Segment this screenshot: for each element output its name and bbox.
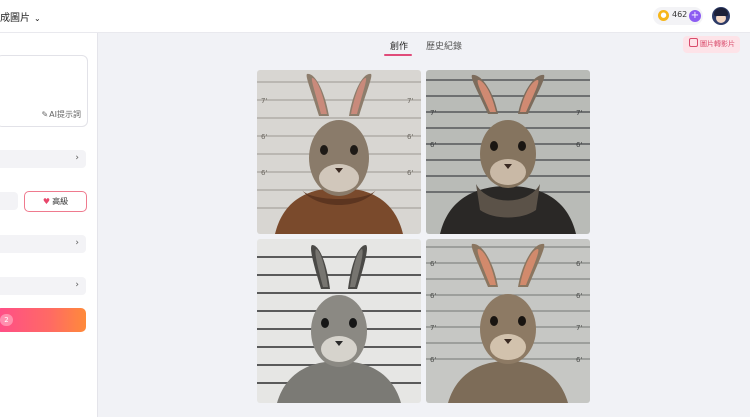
mode-selector[interactable]: 成圖片 ⌄	[0, 9, 41, 24]
prompt-input[interactable]: ✎AI提示詞	[0, 55, 88, 127]
image-to-video-button[interactable]: 圖片轉影片	[683, 36, 740, 53]
generated-image-3[interactable]	[257, 239, 421, 403]
svg-text:6': 6'	[576, 356, 582, 364]
chevron-down-icon: ⌄	[34, 14, 41, 23]
svg-text:7': 7'	[407, 97, 413, 105]
heart-icon: ♥	[42, 197, 51, 206]
tab-history[interactable]: 歷史紀錄	[426, 39, 462, 52]
advanced-button[interactable]: ♥ 高級	[24, 191, 87, 212]
avatar[interactable]	[712, 7, 730, 25]
active-tab-indicator	[384, 54, 412, 56]
magic-wand-icon: ✎	[41, 110, 49, 119]
ai-prompt-label: AI提示詞	[49, 110, 81, 119]
svg-text:7': 7'	[430, 324, 436, 332]
option-field[interactable]	[0, 192, 18, 210]
svg-text:6': 6'	[407, 133, 413, 141]
svg-text:6': 6'	[261, 169, 267, 177]
avatar-hair	[714, 8, 728, 16]
svg-text:6': 6'	[576, 260, 582, 268]
svg-text:6': 6'	[430, 356, 436, 364]
image-to-video-label: 圖片轉影片	[700, 40, 735, 48]
mode-label: 成圖片	[0, 13, 30, 24]
svg-text:6': 6'	[407, 169, 413, 177]
settings-sidebar: ✎AI提示詞 › ♥ 高級 › › 2	[0, 33, 98, 417]
generated-image-4[interactable]: 6' 6' 7' 6' 6' 6' 7' 6'	[426, 239, 590, 403]
svg-text:7': 7'	[430, 109, 436, 117]
plus-icon[interactable]: +	[689, 10, 701, 22]
generate-count-badge: 2	[0, 314, 13, 326]
svg-text:7': 7'	[576, 109, 582, 117]
credits-count: 462	[672, 10, 688, 19]
tab-bar: 創作 歷史紀錄	[376, 33, 496, 57]
advanced-label: 高級	[52, 197, 69, 206]
tab-create[interactable]: 創作	[390, 39, 408, 52]
chevron-right-icon: ›	[75, 280, 79, 290]
option-row-3[interactable]: ›	[0, 277, 86, 295]
generate-button[interactable]: 2	[0, 308, 86, 332]
svg-text:6': 6'	[430, 260, 436, 268]
option-row-1[interactable]: ›	[0, 150, 86, 168]
video-icon	[689, 38, 698, 47]
svg-text:6': 6'	[430, 292, 436, 300]
option-row-2[interactable]: ›	[0, 235, 86, 253]
top-bar: 成圖片 ⌄ ● 462 +	[0, 0, 750, 33]
ai-prompt-button[interactable]: ✎AI提示詞	[41, 109, 81, 120]
chevron-right-icon: ›	[75, 238, 79, 248]
credits-pill[interactable]: ● 462 +	[653, 7, 703, 25]
svg-text:7': 7'	[261, 97, 267, 105]
generated-image-1[interactable]: 7' 6' 6' 7' 6' 6'	[257, 70, 421, 234]
generated-image-2[interactable]: 7' 6' 7' 6'	[426, 70, 590, 234]
svg-text:6': 6'	[261, 133, 267, 141]
svg-text:6': 6'	[430, 141, 436, 149]
svg-text:6': 6'	[576, 141, 582, 149]
coin-icon: ●	[658, 10, 669, 21]
chevron-right-icon: ›	[75, 153, 79, 163]
svg-text:7': 7'	[576, 324, 582, 332]
svg-text:6': 6'	[576, 292, 582, 300]
